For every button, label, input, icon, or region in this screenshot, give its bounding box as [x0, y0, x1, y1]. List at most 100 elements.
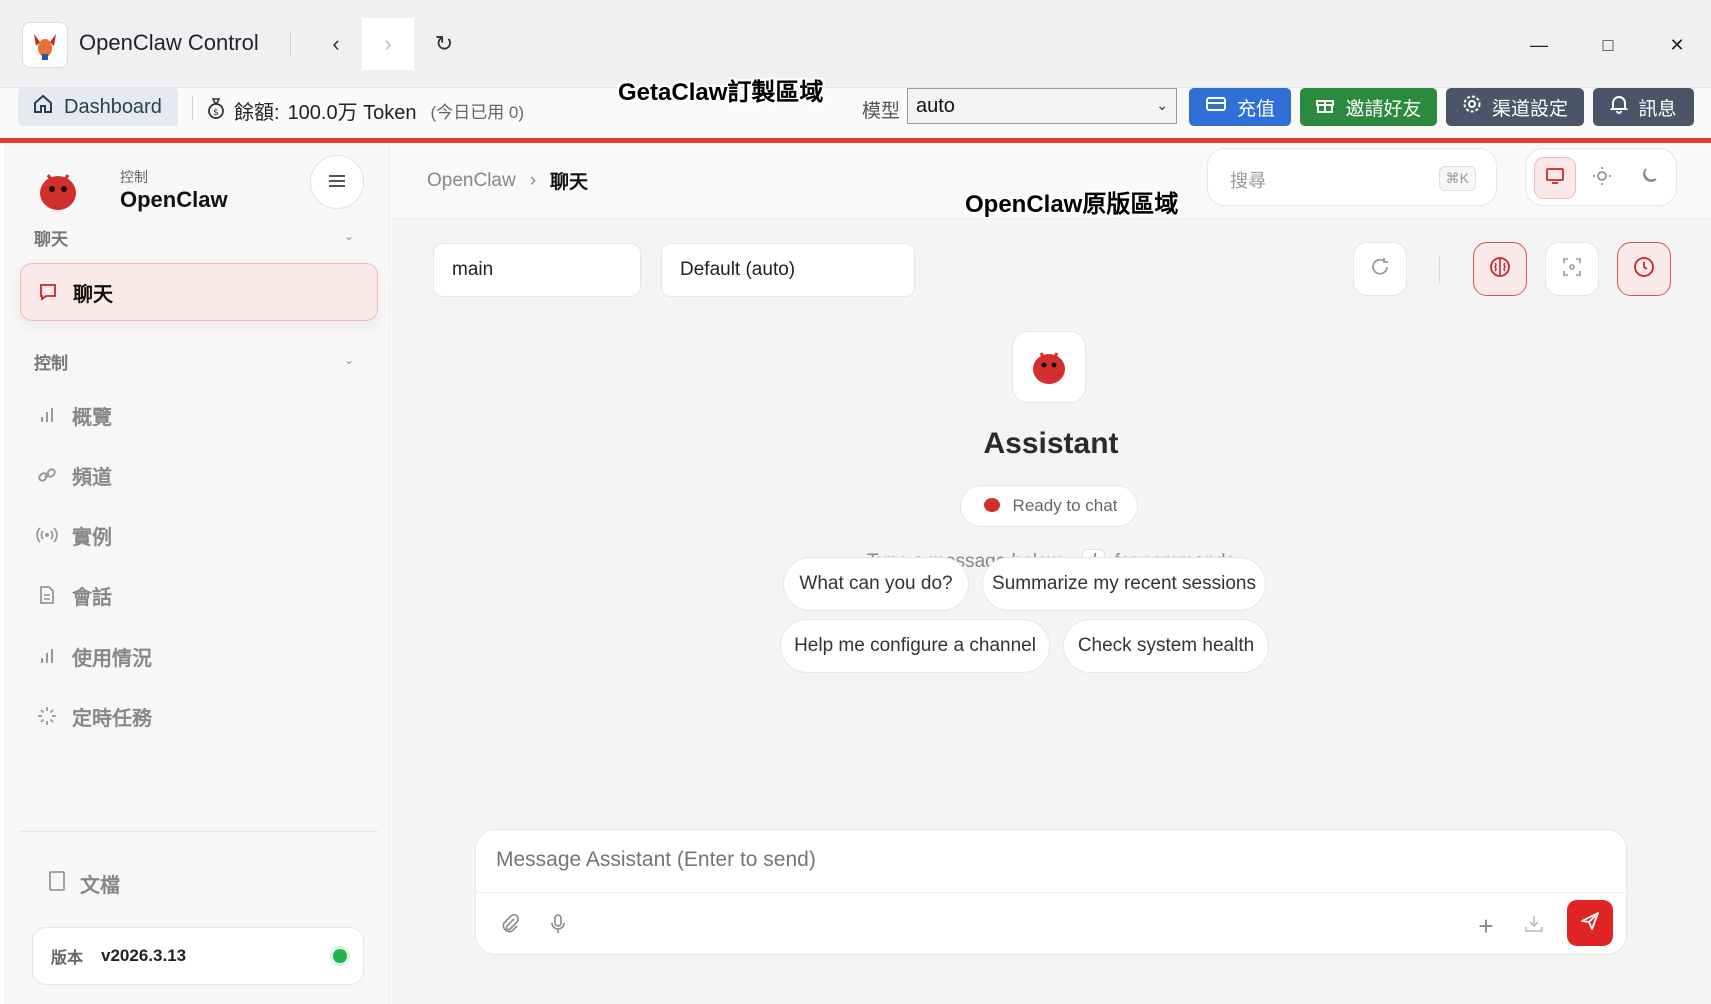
clock-icon [1632, 255, 1656, 284]
sidebar-item-label: 會話 [72, 586, 112, 609]
message-input[interactable] [496, 848, 1396, 872]
gear-icon [1462, 94, 1482, 120]
section-header-chat[interactable]: 聊天 [34, 225, 68, 250]
menu-toggle-button[interactable] [310, 155, 364, 209]
thinking-toggle-button[interactable] [1473, 242, 1527, 296]
channel-settings-button[interactable]: 渠道設定 [1446, 88, 1584, 126]
link-icon [36, 464, 58, 486]
sidebar-item-scheduled-tasks[interactable]: 定時任務 [20, 687, 378, 745]
forward-button[interactable]: › [362, 18, 414, 70]
export-button[interactable] [1514, 906, 1554, 946]
sidebar-item-docs[interactable]: 文檔 [48, 869, 120, 898]
brand: 控制 OpenClaw [30, 153, 330, 213]
moon-icon [1639, 166, 1659, 191]
theme-switcher [1525, 148, 1677, 206]
send-icon [1579, 910, 1601, 937]
new-session-button[interactable]: + [1466, 906, 1506, 946]
brand-name: OpenClaw [120, 187, 228, 212]
sidebar-item-overview[interactable]: 概覽 [20, 386, 378, 444]
theme-dark-button[interactable] [1628, 157, 1670, 199]
breadcrumb-current: 聊天 [550, 172, 589, 193]
brand-subtitle: 控制 [120, 169, 148, 185]
recharge-label: 充值 [1236, 98, 1275, 120]
gift-icon [1315, 94, 1335, 120]
version-value: v2026.3.13 [101, 946, 187, 965]
main-content: OpenClaw › 聊天 搜尋 ⌘K main Default (auto) … [391, 143, 1711, 1004]
today-used: (今日已用 0) [430, 103, 525, 122]
focus-mode-button[interactable] [1545, 242, 1599, 296]
suggestion-chip[interactable]: Summarize my recent sessions [982, 557, 1266, 611]
attach-button[interactable] [490, 906, 530, 946]
session-select[interactable]: main [433, 243, 641, 297]
close-button[interactable]: ✕ [1654, 22, 1700, 68]
voice-input-button[interactable] [538, 906, 578, 946]
theme-system-button[interactable] [1534, 157, 1576, 199]
bell-icon [1610, 94, 1629, 120]
sidebar-item-label: 概覽 [72, 406, 112, 429]
balance-display: $ 餘額: 100.0万 Token (今日已用 0) [206, 96, 524, 125]
dashboard-button[interactable]: Dashboard [18, 88, 178, 126]
sidebar-item-instances[interactable]: 實例 [20, 506, 378, 564]
back-button[interactable]: ‹ [310, 18, 362, 70]
app-title: OpenClaw Control [79, 30, 259, 55]
sidebar-item-usage[interactable]: 使用情況 [20, 627, 378, 685]
status-label: Ready to chat [1012, 496, 1118, 515]
reload-button[interactable]: ↻ [418, 18, 470, 70]
send-button[interactable] [1567, 900, 1613, 946]
message-composer: + [475, 829, 1627, 955]
sidebar-item-label: 使用情況 [72, 647, 152, 670]
invite-label: 邀請好友 [1345, 98, 1422, 120]
money-bag-icon: $ [206, 97, 226, 125]
breadcrumb-root[interactable]: OpenClaw [427, 170, 516, 192]
model-select-chat[interactable]: Default (auto) [661, 243, 915, 297]
chat-bubble-icon [37, 281, 59, 303]
messages-button[interactable]: 訊息 [1593, 88, 1694, 126]
section-header-control[interactable]: 控制 [34, 349, 68, 374]
divider [192, 96, 193, 120]
balance-label: 餘額: [234, 102, 280, 124]
divider [290, 32, 291, 56]
model-select-value: auto [916, 94, 955, 117]
divider [476, 892, 1626, 893]
title-bar: OpenClaw Control ‹ › ↻ — □ ✕ [0, 0, 1711, 88]
sidebar-item-sessions[interactable]: 會話 [20, 566, 378, 624]
suggestion-chip[interactable]: What can you do? [783, 557, 969, 611]
invite-friends-button[interactable]: 邀請好友 [1300, 88, 1437, 126]
history-button[interactable] [1617, 242, 1671, 296]
sidebar-item-channels[interactable]: 頻道 [20, 446, 378, 504]
suggestion-chip[interactable]: Help me configure a channel [780, 619, 1050, 673]
sidebar-item-label: 定時任務 [72, 707, 152, 730]
book-icon [48, 870, 66, 898]
document-icon [36, 584, 58, 606]
paperclip-icon [500, 913, 520, 940]
model-select[interactable]: auto ⌄ [907, 88, 1177, 124]
broadcast-icon [36, 524, 58, 546]
svg-text:$: $ [213, 108, 219, 118]
sidebar-item-chat[interactable]: 聊天 [20, 263, 378, 321]
sidebar-item-label: 實例 [72, 526, 112, 549]
search-input[interactable]: 搜尋 ⌘K [1207, 148, 1497, 206]
home-icon [32, 93, 54, 121]
brain-icon [1488, 255, 1512, 284]
refresh-button[interactable] [1353, 242, 1407, 296]
download-icon [1523, 913, 1545, 940]
openclaw-mascot-icon [981, 493, 1003, 520]
recharge-button[interactable]: 充值 [1189, 88, 1291, 126]
chevron-down-icon[interactable]: ⌄ [344, 353, 354, 367]
maximize-button[interactable]: □ [1585, 22, 1631, 68]
messages-label: 訊息 [1638, 98, 1677, 120]
minimize-button[interactable]: — [1516, 22, 1562, 68]
microphone-icon [549, 913, 567, 940]
version-label: 版本 [51, 950, 84, 967]
model-label: 模型 [862, 101, 901, 122]
region-label-original: OpenClaw原版區域 [965, 191, 1179, 218]
sidebar-item-label: 聊天 [73, 283, 113, 306]
refresh-icon [1369, 256, 1391, 283]
theme-light-button[interactable] [1581, 157, 1623, 199]
chevron-down-icon[interactable]: ⌄ [344, 229, 354, 243]
breadcrumb: OpenClaw › 聊天 [427, 167, 588, 194]
suggestion-chip[interactable]: Check system health [1063, 619, 1269, 673]
breadcrumb-separator: › [529, 169, 537, 191]
bar-chart-icon [36, 404, 58, 426]
openclaw-mascot-icon [34, 165, 82, 213]
